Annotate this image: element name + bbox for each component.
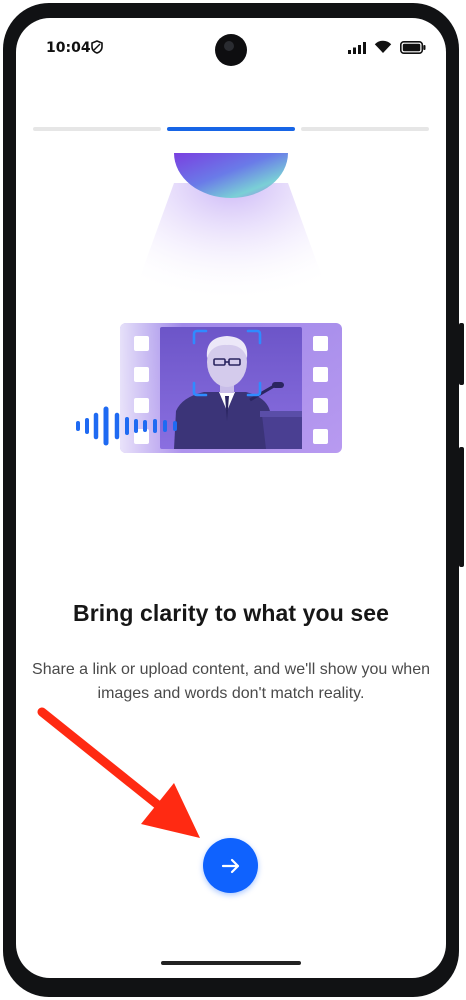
- wifi-icon: [374, 40, 392, 59]
- battery-icon: [400, 40, 426, 59]
- phone-device: 10:04 Bring clarity to what you see Shar…: [0, 0, 466, 1000]
- status-time: 10:04: [46, 40, 91, 56]
- phone-screen: 10:04 Bring clarity to what you see Shar…: [16, 18, 446, 978]
- light-beam: [116, 183, 346, 343]
- progress-step-3: [301, 127, 429, 131]
- signal-icon: [348, 41, 366, 59]
- progress-step-1: [33, 127, 161, 131]
- onboarding-description: Share a link or upload content, and we'l…: [32, 661, 430, 702]
- onboarding-progress: [33, 127, 429, 131]
- home-indicator: [161, 961, 301, 965]
- front-camera: [215, 34, 247, 66]
- progress-step-2: [167, 127, 295, 131]
- shield-icon: [91, 40, 103, 59]
- next-button[interactable]: [203, 838, 258, 893]
- onboarding-title: Bring clarity to what you see: [72, 600, 390, 626]
- onboarding-illustration: [76, 153, 346, 453]
- power-button: [459, 323, 464, 385]
- volume-button: [459, 447, 464, 567]
- arrow-right-icon: [220, 855, 242, 877]
- speaker-at-podium: [160, 327, 302, 449]
- status-bar: 10:04: [16, 18, 446, 78]
